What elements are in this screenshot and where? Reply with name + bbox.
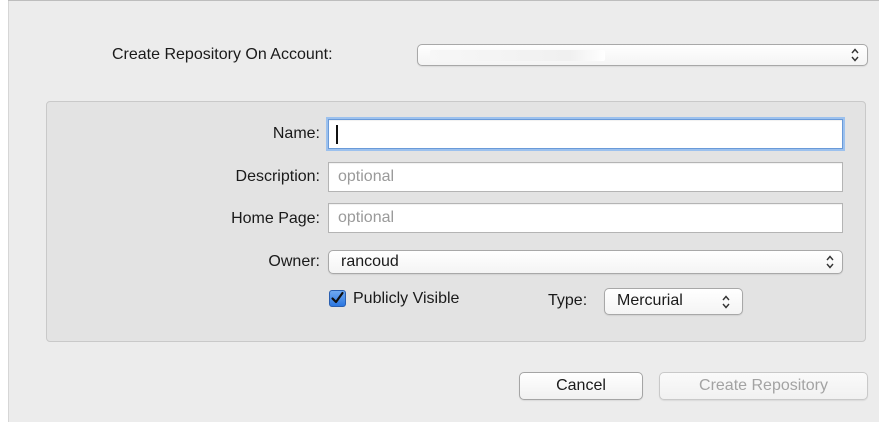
public-label[interactable]: Publicly Visible xyxy=(353,290,459,308)
chevron-up-down-icon xyxy=(851,48,859,62)
description-label: Description: xyxy=(235,168,320,185)
description-input[interactable]: optional xyxy=(328,162,843,192)
type-value: Mercurial xyxy=(617,292,683,309)
owner-label: Owner: xyxy=(268,253,320,270)
type-label: Type: xyxy=(548,292,588,309)
cancel-button[interactable]: Cancel xyxy=(519,372,643,400)
text-caret xyxy=(336,125,338,144)
checkmark-icon xyxy=(331,291,344,304)
homepage-input[interactable]: optional xyxy=(328,203,843,233)
account-label: Create Repository On Account: xyxy=(112,46,333,63)
account-value-placeholder xyxy=(430,50,605,61)
chevron-up-down-icon xyxy=(722,295,730,309)
owner-value: rancoud xyxy=(341,253,399,270)
name-label: Name: xyxy=(272,125,320,142)
name-input[interactable] xyxy=(328,119,843,149)
chevron-up-down-icon xyxy=(826,255,834,269)
description-placeholder: optional xyxy=(338,168,395,185)
create-repository-button[interactable]: Create Repository xyxy=(659,372,868,400)
account-select[interactable] xyxy=(417,44,868,66)
homepage-placeholder: optional xyxy=(338,209,395,226)
owner-select[interactable]: rancoud xyxy=(328,250,843,274)
public-checkbox[interactable] xyxy=(329,290,346,307)
create-repository-sheet: Create Repository On Account: Name: Desc… xyxy=(8,0,879,422)
homepage-label: Home Page: xyxy=(231,210,320,227)
type-select[interactable]: Mercurial xyxy=(604,288,743,315)
